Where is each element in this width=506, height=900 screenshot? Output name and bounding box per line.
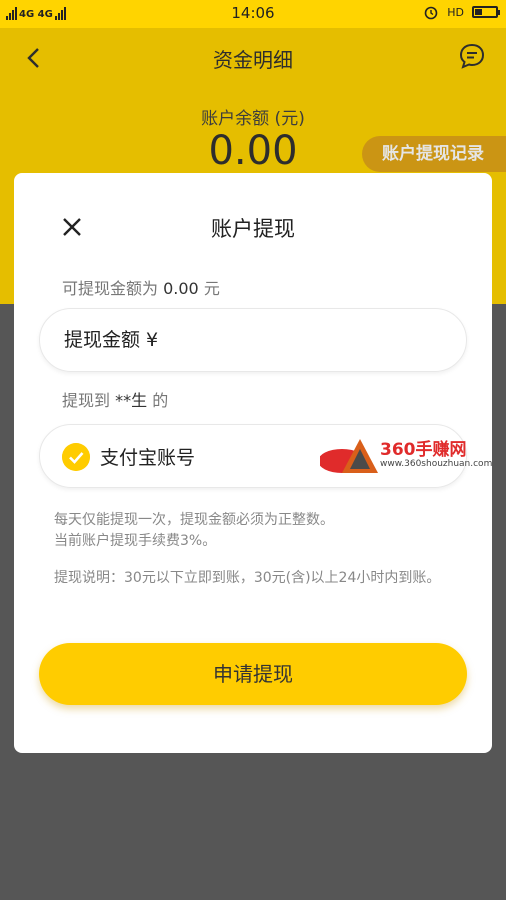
account-holder-name: **生: [115, 391, 148, 410]
status-right-icons: HD: [423, 4, 500, 20]
battery-icon: [472, 6, 500, 18]
available-amount: 0.00: [163, 279, 199, 298]
available-amount-label: 可提现金额为 0.00 元: [62, 275, 220, 299]
dialog-title: 账户提现: [211, 217, 295, 241]
withdraw-notice: 每天仅能提现一次，提现金额必须为正整数。 当前账户提现手续费3%。: [54, 510, 454, 552]
apply-withdraw-button[interactable]: 申请提现: [39, 643, 467, 705]
available-unit: 元: [203, 279, 220, 298]
alipay-account-label: 支付宝账号: [100, 447, 196, 469]
status-bar: 4G 4G 14:06 HD: [0, 0, 506, 28]
watermark-logo: 360手赚网 www.360shouzhuan.com: [320, 431, 500, 483]
watermark-url: www.360shouzhuan.com: [380, 459, 493, 469]
to-suffix: 的: [152, 391, 169, 410]
watermark-triangle-icon: [320, 439, 378, 473]
withdraw-to-label: 提现到 **生 的: [62, 387, 168, 411]
available-prefix: 可提现金额为: [62, 279, 159, 298]
withdraw-explanation: 提现说明：30元以下立即到账，30元(含)以上24小时内到账。: [54, 570, 441, 586]
to-prefix: 提现到: [62, 391, 111, 410]
withdraw-dialog: 账户提现 可提现金额为 0.00 元 提现金额 ¥ 提现到 **生 的 支付宝账…: [14, 173, 492, 753]
notice-line-2: 当前账户提现手续费3%。: [54, 533, 217, 549]
alipay-account-option[interactable]: 支付宝账号 360手赚网 www.360shouzhuan.com: [39, 424, 492, 488]
alarm-icon: [424, 6, 438, 20]
check-circle-icon: [62, 443, 90, 471]
watermark-brand: 360手赚网: [380, 440, 467, 460]
hd-call-icon: HD: [447, 5, 464, 19]
withdraw-amount-input[interactable]: 提现金额 ¥: [39, 308, 467, 372]
notice-line-1: 每天仅能提现一次，提现金额必须为正整数。: [54, 512, 334, 528]
